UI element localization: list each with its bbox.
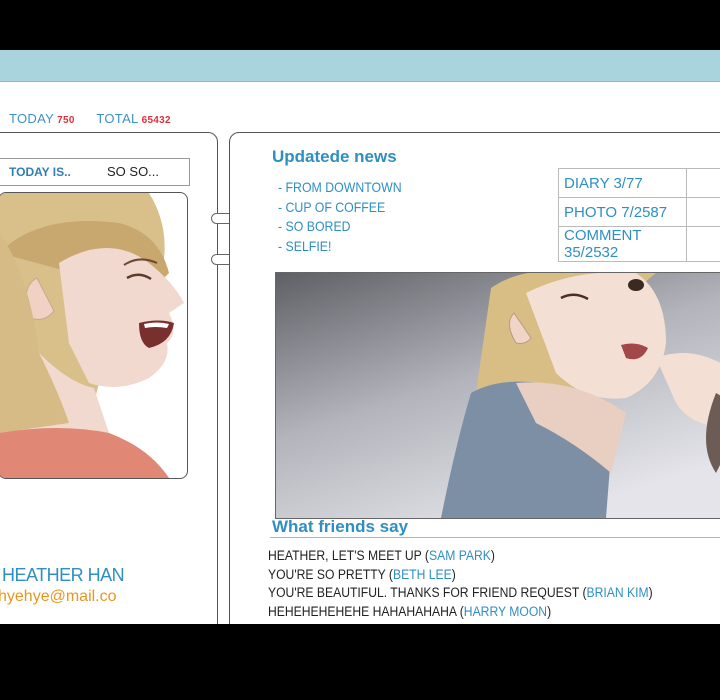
visitor-counter: TODAY 750 TOTAL 65432 — [9, 111, 189, 126]
photo-count[interactable]: PHOTO 7/2587 — [558, 197, 687, 227]
news-title: Updatede news — [272, 147, 397, 166]
comment-paren: ) — [490, 548, 495, 563]
today-count: 750 — [57, 115, 75, 126]
news-list: - FROM DOWNTOWN - CUP OF COFFEE - SO BOR… — [278, 178, 419, 256]
top-bar — [0, 50, 720, 82]
friends-divider — [270, 537, 720, 538]
comment-author-link[interactable]: SAM PARK — [429, 548, 491, 563]
comment-text: YOU'RE BEAUTIFUL. THANKS FOR FRIEND REQU… — [268, 585, 587, 600]
mood-box: TODAY IS.. SO SO... — [0, 158, 190, 186]
profile-email[interactable]: hyehye@mail.co — [0, 588, 117, 606]
news-item[interactable]: - FROM DOWNTOWN — [278, 178, 402, 198]
comment-item: YOU'RE SO PRETTY (BETH LEE) — [268, 566, 653, 585]
comment-item: HEHEHEHEHEHE HAHAHAHAHA (HARRY MOON) — [268, 603, 653, 622]
comments-list: HEATHER, LET'S MEET UP (SAM PARK) YOU'RE… — [268, 547, 695, 621]
comment-author-link[interactable]: BRIAN KIM — [586, 585, 648, 600]
comment-paren: ) — [451, 566, 456, 582]
total-count: 65432 — [141, 115, 171, 126]
comment-item: YOU'RE BEAUTIFUL. THANKS FOR FRIEND REQU… — [268, 584, 653, 603]
today-label: TODAY — [9, 111, 55, 126]
comment-author-link[interactable]: HARRY MOON — [464, 604, 547, 619]
comment-paren: ) — [547, 603, 552, 619]
profile-name: HEATHER HAN — [2, 565, 125, 585]
friends-title: What friends say — [272, 517, 409, 536]
news-item[interactable]: - SO BORED — [278, 217, 402, 237]
stats-table: DIARY 3/77 PHOTO 7/2587 COMMENT 35/2532 — [558, 168, 720, 262]
comment-paren: ) — [648, 585, 653, 600]
webtoon-panel: TODAY 750 TOTAL 65432 TODAY IS.. SO SO... — [0, 50, 720, 624]
comment-text: HEHEHEHEHEHE HAHAHAHAHA ( — [268, 603, 464, 619]
comment-text: HEATHER, LET'S MEET UP ( — [268, 548, 429, 563]
profile-photo[interactable] — [0, 192, 188, 479]
today-is-label: TODAY IS.. — [9, 165, 71, 179]
total-label: TOTAL — [96, 111, 139, 126]
news-item[interactable]: - CUP OF COFFEE — [278, 198, 402, 218]
main-photo[interactable] — [275, 272, 720, 519]
mood-value: SO SO... — [107, 164, 160, 179]
comment-count[interactable]: COMMENT 35/2532 — [558, 226, 687, 262]
comment-author-link[interactable]: BETH LEE — [393, 567, 452, 582]
comment-item: HEATHER, LET'S MEET UP (SAM PARK) — [268, 547, 653, 566]
news-item[interactable]: - SELFIE! — [278, 237, 402, 257]
comment-text: YOU'RE SO PRETTY ( — [268, 566, 393, 582]
diary-count[interactable]: DIARY 3/77 — [558, 168, 687, 198]
